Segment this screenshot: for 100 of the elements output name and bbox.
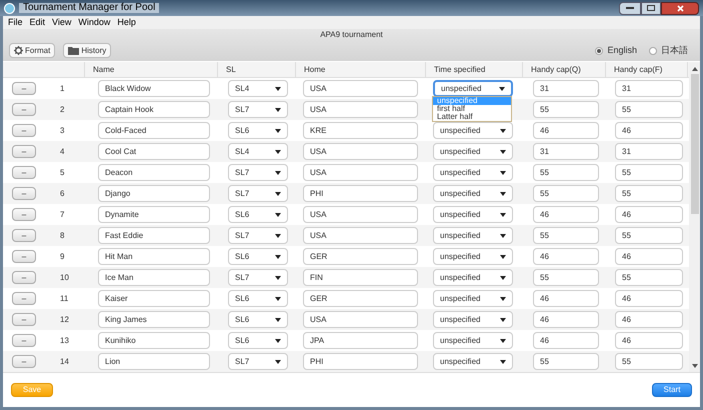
- handicap-f-field[interactable]: 46: [615, 206, 683, 223]
- handicap-q-field[interactable]: 46: [533, 332, 599, 349]
- remove-button[interactable]: –: [12, 103, 36, 116]
- handicap-q-field[interactable]: 46: [533, 248, 599, 265]
- home-field[interactable]: FIN: [303, 269, 418, 286]
- remove-button[interactable]: –: [12, 124, 36, 137]
- handicap-f-field[interactable]: 46: [615, 122, 683, 139]
- name-field[interactable]: Deacon: [98, 164, 210, 181]
- remove-button[interactable]: –: [12, 250, 36, 263]
- handicap-f-field[interactable]: 55: [615, 269, 683, 286]
- sl-select[interactable]: SL7: [228, 269, 288, 286]
- sl-select[interactable]: SL4: [228, 143, 288, 160]
- time-select[interactable]: unspecified: [433, 353, 513, 370]
- handicap-f-field[interactable]: 55: [615, 185, 683, 202]
- close-button[interactable]: [661, 2, 699, 14]
- handicap-q-field[interactable]: 31: [533, 80, 599, 97]
- home-field[interactable]: USA: [303, 143, 418, 160]
- home-field[interactable]: USA: [303, 101, 418, 118]
- handicap-q-field[interactable]: 31: [533, 143, 599, 160]
- name-field[interactable]: Ice Man: [98, 269, 210, 286]
- name-field[interactable]: Black Widow: [98, 80, 210, 97]
- language-radio[interactable]: English: [595, 44, 637, 58]
- remove-button[interactable]: –: [12, 82, 36, 95]
- handicap-q-field[interactable]: 55: [533, 353, 599, 370]
- remove-button[interactable]: –: [12, 229, 36, 242]
- time-select[interactable]: unspecified: [433, 332, 513, 349]
- maximize-button[interactable]: [641, 2, 661, 14]
- remove-button[interactable]: –: [12, 166, 36, 179]
- dropdown-option[interactable]: first half: [433, 105, 511, 113]
- handicap-q-field[interactable]: 46: [533, 206, 599, 223]
- menu-item[interactable]: Window: [78, 18, 110, 27]
- handicap-q-field[interactable]: 46: [533, 290, 599, 307]
- name-field[interactable]: King James: [98, 311, 210, 328]
- time-select[interactable]: unspecified: [433, 290, 513, 307]
- name-field[interactable]: Kaiser: [98, 290, 210, 307]
- name-field[interactable]: Lion: [98, 353, 210, 370]
- home-field[interactable]: USA: [303, 80, 418, 97]
- home-field[interactable]: PHI: [303, 185, 418, 202]
- menu-item[interactable]: Help: [117, 18, 136, 27]
- home-field[interactable]: PHI: [303, 353, 418, 370]
- handicap-f-field[interactable]: 31: [615, 80, 683, 97]
- handicap-f-field[interactable]: 55: [615, 101, 683, 118]
- handicap-f-field[interactable]: 46: [615, 311, 683, 328]
- time-select[interactable]: unspecified: [433, 311, 513, 328]
- menu-item[interactable]: File: [8, 18, 23, 27]
- remove-button[interactable]: –: [12, 355, 36, 368]
- sl-select[interactable]: SL6: [228, 122, 288, 139]
- name-field[interactable]: Captain Hook: [98, 101, 210, 118]
- sl-select[interactable]: SL7: [228, 164, 288, 181]
- home-field[interactable]: USA: [303, 227, 418, 244]
- name-field[interactable]: Kunihiko: [98, 332, 210, 349]
- handicap-f-field[interactable]: 31: [615, 143, 683, 160]
- remove-button[interactable]: –: [12, 145, 36, 158]
- time-select[interactable]: unspecified: [433, 143, 513, 160]
- menu-item[interactable]: View: [52, 18, 72, 27]
- toolbar-button[interactable]: Format: [9, 43, 56, 58]
- remove-button[interactable]: –: [12, 208, 36, 221]
- sl-select[interactable]: SL6: [228, 311, 288, 328]
- menu-item[interactable]: Edit: [30, 18, 46, 27]
- sl-select[interactable]: SL4: [228, 80, 288, 97]
- home-field[interactable]: JPA: [303, 332, 418, 349]
- handicap-q-field[interactable]: 46: [533, 311, 599, 328]
- handicap-q-field[interactable]: 55: [533, 185, 599, 202]
- remove-button[interactable]: –: [12, 187, 36, 200]
- scrollbar[interactable]: [689, 62, 700, 372]
- scroll-thumb[interactable]: [690, 74, 698, 214]
- name-field[interactable]: Dynamite: [98, 206, 210, 223]
- handicap-f-field[interactable]: 46: [615, 290, 683, 307]
- handicap-q-field[interactable]: 55: [533, 101, 599, 118]
- sl-select[interactable]: SL7: [228, 101, 288, 118]
- name-field[interactable]: Fast Eddie: [98, 227, 210, 244]
- time-select[interactable]: unspecified: [433, 122, 513, 139]
- handicap-f-field[interactable]: 55: [615, 227, 683, 244]
- remove-button[interactable]: –: [12, 271, 36, 284]
- home-field[interactable]: USA: [303, 311, 418, 328]
- time-select[interactable]: unspecified: [433, 185, 513, 202]
- home-field[interactable]: KRE: [303, 122, 418, 139]
- sl-select[interactable]: SL7: [228, 185, 288, 202]
- time-select[interactable]: unspecified: [433, 206, 513, 223]
- sl-select[interactable]: SL7: [228, 227, 288, 244]
- handicap-f-field[interactable]: 46: [615, 248, 683, 265]
- language-radio[interactable]: 日本語: [649, 44, 688, 58]
- sl-select[interactable]: SL6: [228, 248, 288, 265]
- handicap-q-field[interactable]: 46: [533, 122, 599, 139]
- home-field[interactable]: GER: [303, 290, 418, 307]
- sl-select[interactable]: SL6: [228, 206, 288, 223]
- home-field[interactable]: USA: [303, 206, 418, 223]
- name-field[interactable]: Cool Cat: [98, 143, 210, 160]
- handicap-q-field[interactable]: 55: [533, 227, 599, 244]
- time-select[interactable]: unspecified: [433, 227, 513, 244]
- handicap-f-field[interactable]: 55: [615, 164, 683, 181]
- remove-button[interactable]: –: [12, 313, 36, 326]
- sl-select[interactable]: SL6: [228, 290, 288, 307]
- remove-button[interactable]: –: [12, 334, 36, 347]
- name-field[interactable]: Django: [98, 185, 210, 202]
- time-select[interactable]: unspecified: [433, 80, 513, 97]
- home-field[interactable]: GER: [303, 248, 418, 265]
- name-field[interactable]: Cold-Faced: [98, 122, 210, 139]
- home-field[interactable]: USA: [303, 164, 418, 181]
- time-select[interactable]: unspecified: [433, 269, 513, 286]
